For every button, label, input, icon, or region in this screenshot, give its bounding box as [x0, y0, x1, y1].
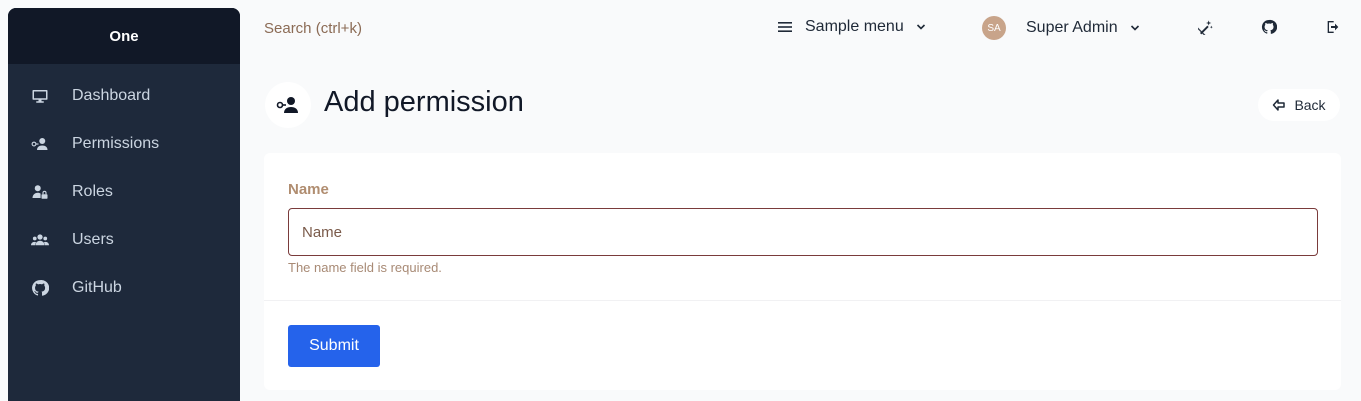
- hamburger-icon: [778, 22, 792, 32]
- users-icon: [31, 231, 49, 249]
- name-label: Name: [288, 181, 329, 198]
- chevron-down-icon: [1130, 25, 1139, 31]
- sidebar-item-dashboard[interactable]: Dashboard: [8, 72, 240, 120]
- sidebar: One Dashboard Permissions Roles Users Gi…: [8, 8, 240, 401]
- github-icon: [31, 279, 49, 297]
- sidebar-item-label: Dashboard: [72, 87, 151, 104]
- sidebar-item-users[interactable]: Users: [8, 216, 240, 264]
- back-label: Back: [1294, 97, 1326, 113]
- sidebar-item-label: Permissions: [72, 135, 160, 152]
- topbar: Search (ctrl+k) Sample menu SA Super Adm…: [240, 0, 1361, 58]
- sidebar-item-label: GitHub: [72, 279, 122, 296]
- chevron-down-icon: [916, 24, 925, 30]
- avatar: SA: [982, 16, 1006, 40]
- back-button[interactable]: Back: [1258, 89, 1340, 121]
- logout-icon[interactable]: [1325, 19, 1343, 37]
- brand-logo[interactable]: One: [8, 8, 240, 64]
- sidebar-item-permissions[interactable]: Permissions: [8, 120, 240, 168]
- sidebar-item-github[interactable]: GitHub: [8, 264, 240, 312]
- name-error-message: The name field is required.: [288, 260, 442, 275]
- user-lock-icon: [31, 183, 49, 201]
- user-menu-button[interactable]: SA Super Admin: [982, 16, 1140, 40]
- sidebar-item-roles[interactable]: Roles: [8, 168, 240, 216]
- sample-menu-button[interactable]: Sample menu: [778, 18, 926, 36]
- user-name: Super Admin: [1026, 19, 1118, 36]
- theme-toggle-icon[interactable]: [1195, 19, 1216, 38]
- search-trigger[interactable]: Search (ctrl+k): [264, 20, 362, 37]
- submit-button[interactable]: Submit: [288, 325, 380, 367]
- sidebar-nav: Dashboard Permissions Roles Users GitHub: [8, 64, 240, 312]
- page-title: Add permission: [324, 86, 524, 118]
- form-card: Name The name field is required. Submit: [264, 153, 1341, 390]
- arrow-left-icon: [1273, 99, 1286, 111]
- permission-icon: [265, 82, 311, 128]
- sample-menu-label: Sample menu: [805, 18, 904, 35]
- card-divider: [264, 300, 1341, 301]
- sidebar-item-label: Roles: [72, 183, 113, 200]
- github-icon[interactable]: [1261, 19, 1279, 37]
- sidebar-item-label: Users: [72, 231, 114, 248]
- name-input[interactable]: [288, 208, 1318, 256]
- monitor-icon: [31, 87, 49, 105]
- user-key-icon: [31, 135, 49, 153]
